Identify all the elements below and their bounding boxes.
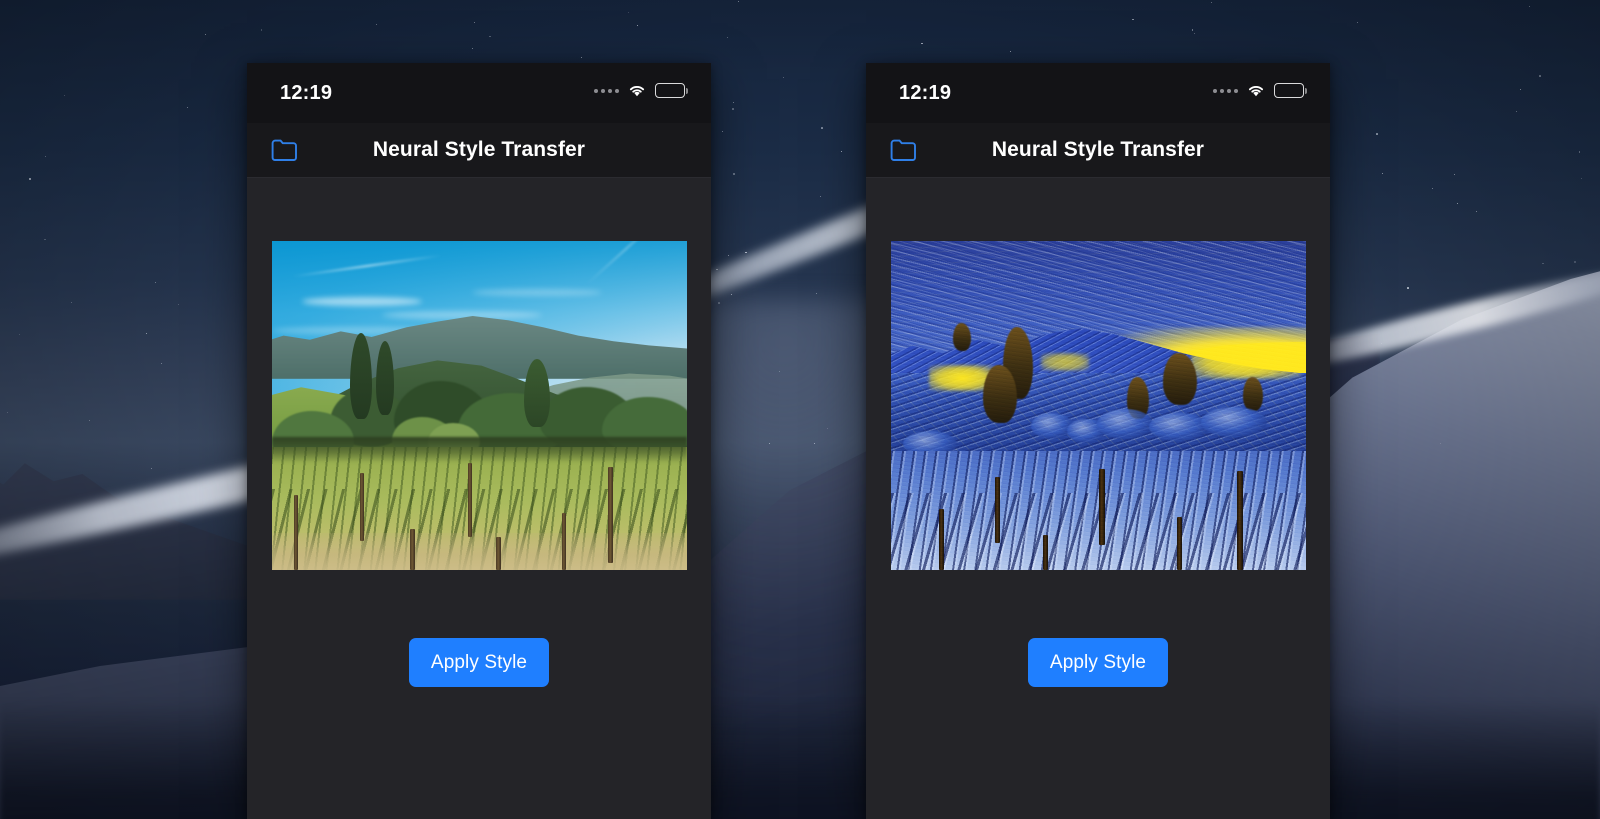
desktop-background: 12:19 Neural Style Transfer Apply Style … [0,0,1600,819]
page-title: Neural Style Transfer [372,138,586,161]
apply-style-button[interactable]: Apply Style [408,638,550,687]
status-bar: 12:19 [866,63,1330,123]
content-area: Apply Style [247,178,711,819]
wifi-icon [1247,84,1265,97]
status-time: 12:19 [280,82,333,104]
photo-stylized[interactable] [890,241,1306,570]
status-time: 12:19 [899,82,952,104]
photo-original[interactable] [271,241,687,570]
signal-dots-icon [594,88,619,93]
wifi-icon [628,84,646,97]
apply-style-button[interactable]: Apply Style [1027,638,1169,687]
wallpaper-vignette [0,0,1600,819]
status-icons-group [594,83,688,98]
battery-full-icon [655,83,688,98]
signal-dots-icon [1213,88,1238,93]
status-bar: 12:19 [247,63,711,123]
nav-bar: Neural Style Transfer [247,123,711,178]
status-icons-group [1213,83,1307,98]
phone-mockup-stylized: 12:19 Neural Style Transfer Apply Style [866,63,1330,819]
battery-full-icon [1274,83,1307,98]
page-title: Neural Style Transfer [991,138,1205,161]
wallpaper-bottom-shadow [0,700,1600,819]
nav-bar: Neural Style Transfer [866,123,1330,178]
phone-mockup-original: 12:19 Neural Style Transfer Apply Style [247,63,711,819]
content-area: Apply Style [866,178,1330,819]
